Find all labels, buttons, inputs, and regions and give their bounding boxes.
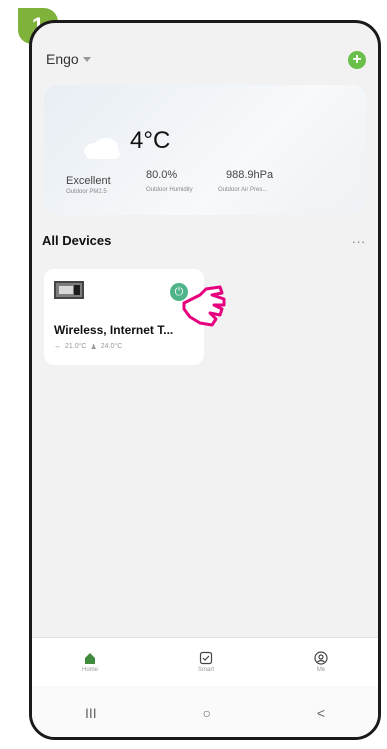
outdoor-temperature: 4°C: [130, 127, 171, 154]
home-name: Engo: [46, 51, 79, 67]
metric-air-pressure: 988.9hPa Outdoor Air Pres...: [218, 169, 273, 193]
metric-label: Outdoor Air Pres...: [218, 187, 268, 193]
bottom-tab-bar: Home Smart Me: [32, 637, 378, 686]
recents-button[interactable]: III: [85, 705, 97, 721]
set-temperature: 24.0°C: [100, 343, 123, 350]
smart-checkbox-icon: [199, 651, 213, 665]
thermostat-device-icon: [54, 281, 84, 299]
back-button[interactable]: <: [317, 705, 325, 721]
tab-label: Home: [81, 667, 98, 673]
metric-value: Excellent: [66, 175, 111, 187]
add-device-button[interactable]: +: [348, 51, 366, 69]
device-name: Wireless, Internet T...: [54, 323, 174, 337]
tab-label: Me: [316, 667, 326, 673]
metric-pm25: Excellent Outdoor PM2.5: [66, 175, 111, 195]
tab-home[interactable]: Home: [82, 651, 98, 673]
tab-label: Smart: [197, 667, 214, 673]
home-icon: [84, 653, 95, 664]
metric-label: Outdoor Humidity: [146, 187, 193, 193]
more-options-button[interactable]: ...: [352, 231, 366, 246]
system-navigation-bar: III ○ <: [32, 686, 378, 737]
phone-frame: Engo + 4°C Excellent Outdoor PM2.5 80.0%…: [29, 20, 381, 740]
device-temperatures: ↔ 21.0°C ♟ 24.0°C: [54, 343, 122, 351]
setpoint-icon: ♟: [90, 344, 97, 351]
section-title: All Devices: [42, 233, 112, 248]
metric-humidity: 80.0% Outdoor Humidity: [146, 169, 193, 193]
tab-smart[interactable]: Smart: [198, 651, 214, 673]
metric-value: 988.9hPa: [226, 169, 274, 181]
profile-icon: [314, 651, 328, 665]
current-temperature: 21.0°C: [65, 343, 87, 350]
current-temp-icon: ↔: [54, 343, 61, 350]
weather-card: 4°C Excellent Outdoor PM2.5 80.0% Outdoo…: [44, 85, 366, 215]
chevron-down-icon: [82, 56, 91, 62]
tab-me[interactable]: Me: [314, 651, 328, 673]
cloud-icon: [84, 138, 120, 159]
metric-label: Outdoor PM2.5: [66, 189, 107, 195]
pointing-hand-icon: [182, 285, 226, 327]
home-nav-button[interactable]: ○: [203, 705, 211, 721]
home-selector[interactable]: Engo: [46, 51, 91, 67]
metric-value: 80.0%: [146, 169, 178, 181]
